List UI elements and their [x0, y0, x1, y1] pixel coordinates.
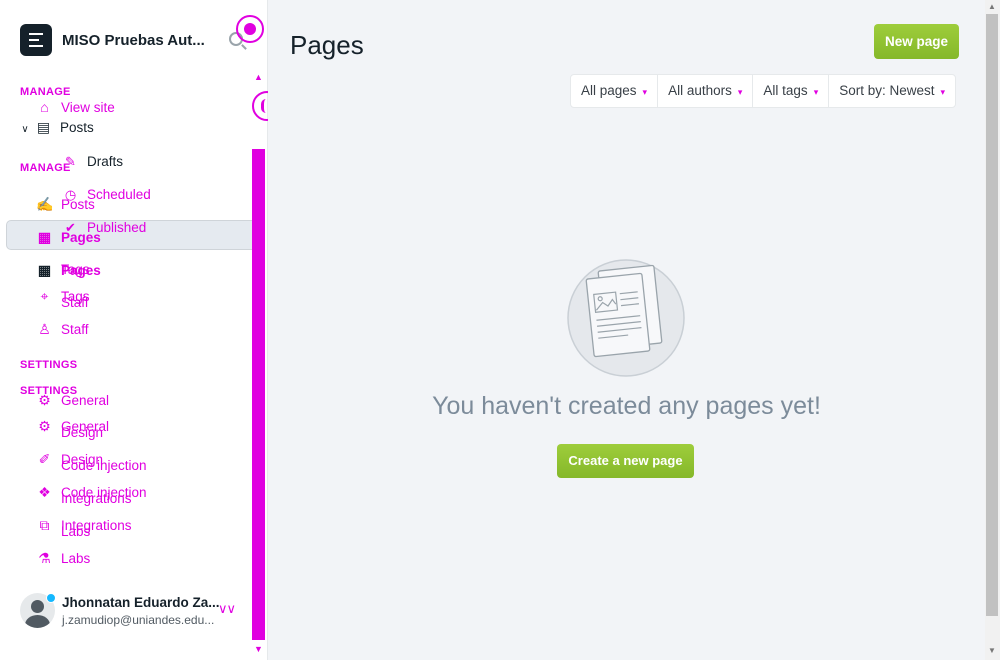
gear-icon: ⚙ — [38, 418, 51, 434]
page-title: Pages — [290, 30, 364, 60]
nav-pages-overlay[interactable]: ▦ Pages — [36, 229, 101, 246]
chevron-down-icon[interactable]: ∨∨ — [218, 601, 236, 617]
section-settings-overlay: SETTINGS — [20, 359, 78, 371]
filter-sort[interactable]: Sort by: Newest ▾ — [829, 75, 955, 107]
nav-drafts[interactable]: ✎ Drafts — [62, 154, 123, 170]
integrations-icon: ⧉ — [39, 517, 50, 533]
filter-author[interactable]: All authors ▾ — [658, 75, 754, 107]
scrollbar-thumb[interactable] — [986, 14, 998, 616]
chevron-down-icon: ▾ — [737, 87, 743, 97]
scroll-down-icon[interactable]: ▼ — [254, 644, 263, 654]
status-badge — [46, 593, 56, 603]
brush-icon: ✐ — [38, 451, 51, 467]
gear-icon: ⚙ — [38, 392, 51, 408]
main-content: Pages New page All pages ▾ All authors ▾ A… — [268, 0, 985, 660]
section-manage-overlay: MANAGE — [20, 86, 71, 98]
nav-tags-overlay[interactable]: Tags — [61, 262, 90, 277]
pages-icon: ▦ — [37, 229, 52, 245]
user-menu[interactable]: Jhonnatan Eduardo Za... j.zamudiop@unian… — [20, 593, 250, 633]
nav-general-overlay[interactable]: ⚙ General — [36, 392, 109, 409]
chevron-down-icon: ∨ — [21, 124, 29, 135]
new-page-button[interactable]: New page — [874, 24, 959, 59]
sidebar: MISO Pruebas Aut... MANAGE ⌂ View site ∨ ▤… — [0, 0, 282, 660]
window-scrollbar[interactable]: ▲ ▼ — [985, 0, 1000, 660]
chevron-down-icon: ▾ — [813, 87, 819, 97]
chevron-down-icon: ▾ — [940, 87, 946, 97]
code-icon: ❖ — [38, 484, 51, 500]
sidebar-scroll-thumb[interactable] — [252, 149, 265, 640]
posts-icon: ▤ — [36, 119, 51, 135]
section-manage: MANAGE — [20, 162, 71, 174]
home-icon: ⌂ — [40, 99, 49, 115]
nav-labs[interactable]: ⚗ Labs — [36, 550, 90, 567]
scroll-up-icon[interactable]: ▲ — [254, 72, 263, 82]
nav-staff[interactable]: ♙ Staff — [36, 321, 88, 338]
target-marker-icon — [236, 15, 264, 43]
nav-code-injection-overlay[interactable]: Code injection — [61, 458, 147, 473]
scroll-up-icon[interactable]: ▲ — [988, 2, 996, 11]
nav-design-overlay[interactable]: Design — [61, 425, 103, 440]
posts-icon: ✍ — [36, 196, 54, 212]
empty-state-message: You haven't created any pages yet! — [432, 392, 821, 420]
empty-pages-illustration — [567, 259, 685, 377]
user-name: Jhonnatan Eduardo Za... — [62, 595, 220, 610]
site-title[interactable]: MISO Pruebas Aut... — [62, 32, 205, 49]
nav-posts-overlay[interactable]: ✍ Posts — [36, 196, 95, 213]
filter-type[interactable]: All pages ▾ — [571, 75, 659, 107]
nav-posts-toggle[interactable]: ∨ ▤ Posts — [20, 119, 93, 136]
user-email: j.zamudiop@uniandes.edu... — [62, 613, 215, 627]
site-logo[interactable] — [20, 24, 52, 56]
nav-labs-overlay[interactable]: Labs — [61, 524, 90, 539]
nav-integrations-overlay[interactable]: Integrations — [61, 491, 132, 506]
flask-icon: ⚗ — [38, 550, 51, 566]
scroll-down-icon[interactable]: ▼ — [988, 646, 996, 655]
pages-icon: ▦ — [37, 262, 52, 278]
filter-tag[interactable]: All tags ▾ — [753, 75, 830, 107]
create-page-button[interactable]: Create a new page — [557, 444, 694, 478]
tag-icon: ⌖ — [40, 288, 49, 304]
nav-staff-overlay[interactable]: Staff — [61, 295, 89, 310]
nav-view-site[interactable]: ⌂ View site — [36, 99, 115, 115]
staff-icon: ♙ — [38, 321, 51, 337]
filter-bar: All pages ▾ All authors ▾ All tags ▾ Sort b… — [570, 74, 957, 108]
chevron-down-icon: ▾ — [642, 87, 648, 97]
